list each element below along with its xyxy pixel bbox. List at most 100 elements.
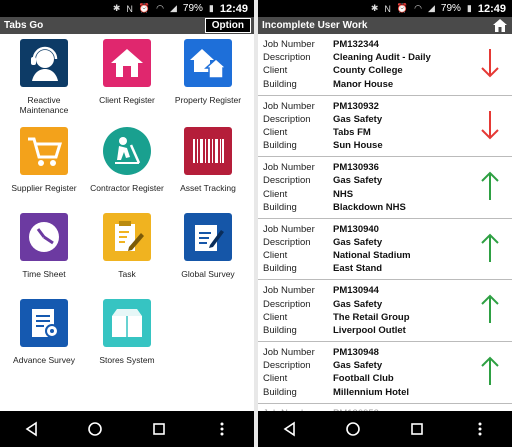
field-value: PM132344 (333, 39, 379, 50)
field-value: PM130940 (333, 223, 379, 235)
recents-icon[interactable] (402, 414, 432, 444)
tile-label: Contractor Register (90, 183, 164, 193)
field-label: Building (263, 386, 297, 398)
wifi-icon: ◠ (414, 3, 422, 13)
tile-supplier-register[interactable]: Supplier Register (2, 122, 86, 208)
tile-time-sheet[interactable]: Time Sheet (2, 208, 86, 294)
field-value: NHS (333, 188, 354, 200)
field-label: Job Number (263, 285, 315, 297)
field-row-client: Client Tabs FM (263, 126, 512, 139)
tile-advance-survey[interactable]: Advance Survey (2, 294, 86, 380)
field-label: Building (263, 324, 297, 336)
screen-title: Incomplete User Work (262, 20, 368, 31)
back-icon[interactable] (275, 414, 305, 444)
module-grid: Reactive Maintenance Client Register Pro… (0, 34, 254, 411)
field-row-desc: Description Gas Safety (263, 236, 512, 249)
field-row-desc: Description Gas Safety (263, 298, 512, 311)
field-label: Building (263, 201, 297, 213)
field-value: The Retail Group (333, 311, 410, 323)
field-value: Sun House (333, 140, 383, 152)
field-label: Description (263, 298, 311, 310)
more-vertical-icon[interactable] (465, 414, 495, 444)
arrow-up-icon (481, 356, 499, 385)
field-row-client: Client County College (263, 64, 512, 77)
field-row-desc: Description Gas Safety (263, 113, 512, 126)
field-label: Description (263, 236, 311, 248)
arrow-up-icon (481, 171, 499, 201)
field-label: Job Number (263, 162, 315, 174)
field-label: Job Number (263, 100, 315, 112)
field-row-job: Job Number PM130936 (263, 161, 512, 174)
clock-time: 12:49 (477, 2, 506, 15)
work-list: Job Number PM132344 Description Cleaning Au… (258, 34, 512, 411)
tile-label: Time Sheet (22, 269, 66, 279)
field-label: Description (263, 113, 311, 125)
system-nav-bar (258, 411, 512, 447)
back-icon[interactable] (17, 414, 47, 444)
tile-asset-tracking[interactable]: Asset Tracking (166, 122, 250, 208)
battery-icon: ▮ (466, 3, 472, 13)
worker-digging-icon (103, 127, 151, 175)
headset-person-icon (20, 39, 68, 87)
work-item[interactable]: Job Number PM130940 Description Gas Safety C… (258, 219, 512, 281)
field-value: Cleaning Audit - Daily (333, 52, 431, 64)
field-label: Client (263, 65, 288, 77)
field-row-building: Building Sun House (263, 139, 512, 152)
app-title: Tabs Go (4, 20, 44, 31)
field-label: Job Number (263, 223, 315, 235)
field-value: Liverpool Outlet (333, 324, 406, 336)
field-row-client: Client Football Club (263, 372, 512, 385)
field-row-job: Job Number PM132344 (263, 38, 512, 51)
field-row-job: Job Number PM130948 (263, 346, 512, 359)
tile-global-survey[interactable]: Global Survey (166, 208, 250, 294)
work-item[interactable]: Job Number PM132344 Description Cleaning Au… (258, 34, 512, 96)
work-item-partial[interactable]: Job NumberPM130952 (258, 404, 512, 411)
field-row-job: Job Number PM130932 (263, 100, 512, 113)
field-row-building: Building Liverpool Outlet (263, 324, 512, 337)
tile-task[interactable]: Task (85, 208, 169, 294)
home-icon[interactable] (492, 18, 508, 33)
tile-property-register[interactable]: Property Register (166, 34, 250, 120)
field-label: Building (263, 263, 297, 275)
work-item[interactable]: Job Number PM130948 Description Gas Safety C… (258, 342, 512, 404)
barcode-icon (184, 127, 232, 175)
field-label: Job Number (263, 346, 315, 358)
bluetooth-icon: ✱ (370, 3, 379, 13)
more-vertical-icon[interactable] (207, 414, 237, 444)
field-value: Gas Safety (333, 175, 383, 187)
field-label: Description (263, 360, 311, 372)
work-item[interactable]: Job Number PM130932 Description Gas Safety C… (258, 96, 512, 158)
option-button[interactable]: Option (204, 18, 251, 33)
field-row-client: Client National Stadium (263, 249, 512, 262)
field-value: Millennium Hotel (333, 386, 409, 398)
app-title-bar: Tabs Go Option (0, 17, 254, 34)
clock-icon (20, 213, 68, 261)
work-item[interactable]: Job Number PM130944 Description Gas Safety C… (258, 280, 512, 342)
field-value: County College (333, 65, 403, 77)
nfc-icon: N (126, 3, 133, 14)
home-nav-icon[interactable] (338, 414, 368, 444)
field-label: Client (263, 373, 288, 385)
battery-icon: ▮ (208, 3, 214, 13)
recents-icon[interactable] (144, 414, 174, 444)
work-item[interactable]: Job Number PM130936 Description Gas Safety C… (258, 157, 512, 219)
field-row-desc: Description Cleaning Audit - Daily (263, 51, 512, 64)
screen-title-bar: Incomplete User Work (258, 17, 512, 34)
field-row-job: Job Number PM130944 (263, 284, 512, 297)
field-value: Gas Safety (333, 298, 383, 310)
field-row-job: Job Number PM130940 (263, 223, 512, 236)
tile-contractor-register[interactable]: Contractor Register (85, 122, 169, 208)
tile-client-register[interactable]: Client Register (85, 34, 169, 120)
bluetooth-icon: ✱ (112, 3, 121, 13)
home-nav-icon[interactable] (80, 414, 110, 444)
clipboard-pen-icon (103, 213, 151, 261)
field-row-building: Building East Stand (263, 262, 512, 275)
field-value: PM130932 (333, 100, 379, 112)
field-row-client: Client NHS (263, 188, 512, 201)
field-label: Client (263, 311, 288, 323)
tile-reactive-maintenance[interactable]: Reactive Maintenance (2, 34, 86, 120)
field-row-building: Building Millennium Hotel (263, 386, 512, 399)
arrow-up-icon (481, 233, 499, 262)
box-icon (103, 299, 151, 347)
tile-stores-system[interactable]: Stores System (85, 294, 169, 380)
